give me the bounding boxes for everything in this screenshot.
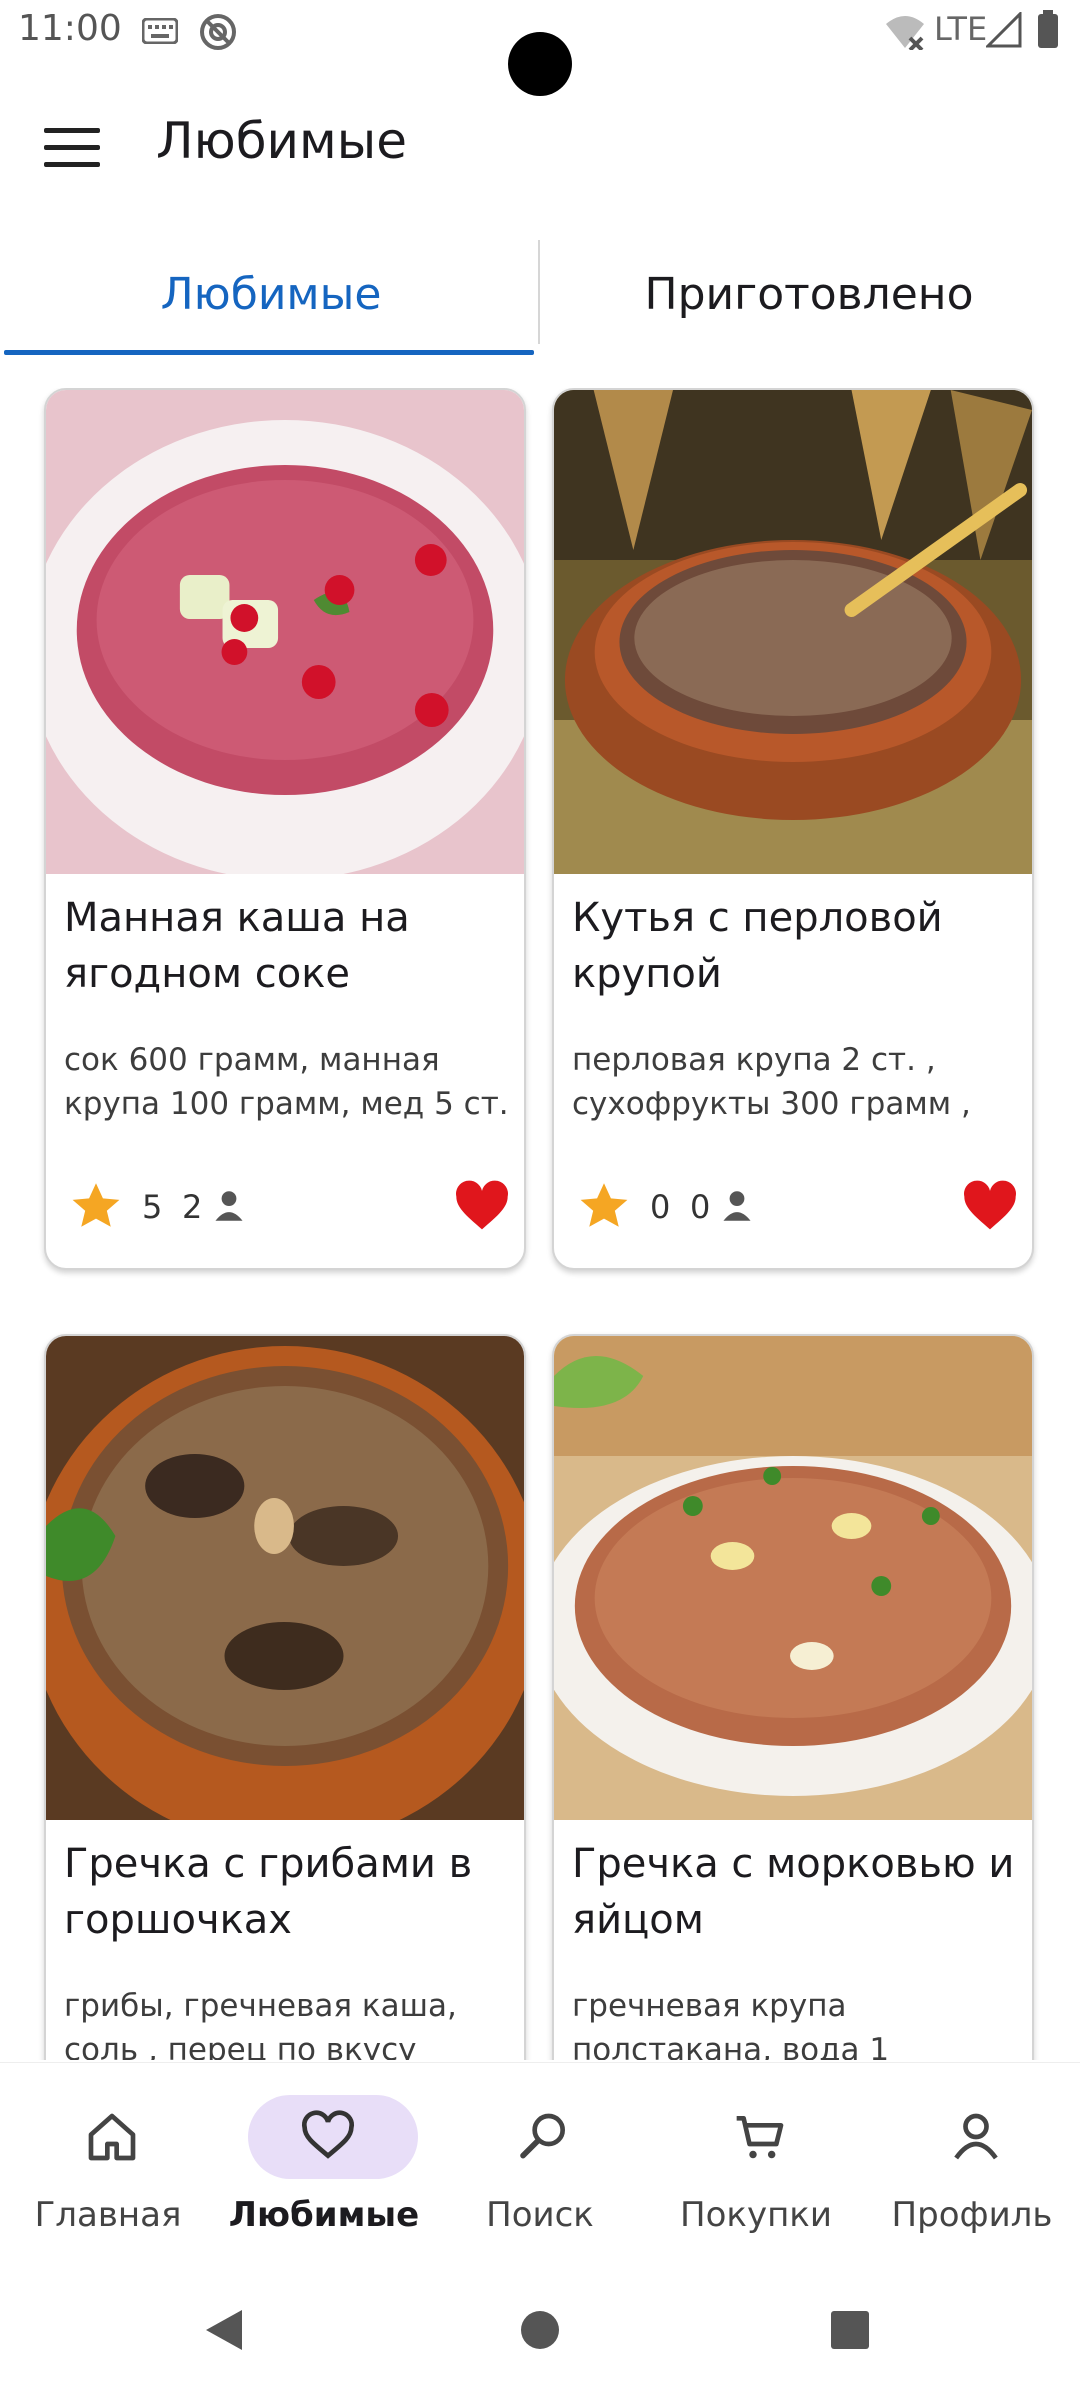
system-navigation-bar <box>0 2262 1080 2400</box>
back-icon[interactable] <box>204 2308 244 2352</box>
recipe-footer: 5 2 <box>64 1180 512 1240</box>
nav-label: Профиль <box>891 2195 1053 2235</box>
home-icon <box>88 2113 136 2161</box>
person-icon <box>723 1191 751 1221</box>
cart-icon <box>736 2116 784 2159</box>
recipe-ingredients: сок 600 грамм, манная крупа 100 грамм, м… <box>64 1042 509 1122</box>
favorite-heart-icon[interactable] <box>454 1180 510 1232</box>
recipe-title: Гречка с грибами в горшочках <box>64 1841 473 1943</box>
nav-label: Главная <box>34 2195 182 2235</box>
recipe-grid: Манная каша на ягодном соке сок 600 грам… <box>0 388 1080 2060</box>
nav-label: Покупки <box>680 2195 832 2235</box>
nav-item-shopping[interactable]: Покупки <box>648 2063 864 2263</box>
search-icon <box>520 2113 565 2159</box>
favorite-heart-icon[interactable] <box>962 1180 1018 1232</box>
recipe-ingredients: гречневая крупа полстакана, вода 1 стака… <box>572 1988 890 2060</box>
keyboard-icon <box>142 18 178 44</box>
network-type: LTE <box>934 10 988 48</box>
heart-icon <box>301 2110 355 2159</box>
signal-icon <box>986 12 1022 48</box>
recents-icon[interactable] <box>830 2310 870 2350</box>
recipe-image <box>46 390 524 874</box>
tab-cooked[interactable]: Приготовлено <box>542 232 1076 356</box>
nav-item-search[interactable]: Поиск <box>432 2063 648 2263</box>
status-bar: 11:00 LTE <box>0 0 1080 96</box>
recipe-title: Манная каша на ягодном соке <box>64 895 410 997</box>
star-icon <box>72 1183 120 1227</box>
recipe-card[interactable]: Гречка с морковью и яйцом гречневая круп… <box>552 1334 1034 2060</box>
battery-icon <box>1038 10 1058 48</box>
recipe-card[interactable]: Манная каша на ягодном соке сок 600 грам… <box>44 388 526 1270</box>
tab-favorites[interactable]: Любимые <box>4 232 538 356</box>
tab-bar: Любимые Приготовлено <box>0 232 1080 356</box>
page-title: Любимые <box>156 112 407 170</box>
recipe-footer: 0 0 <box>572 1180 1020 1240</box>
person-icon <box>215 1191 243 1221</box>
recipe-card[interactable]: Кутья с перловой крупой перловая крупа 2… <box>552 388 1034 1270</box>
recipe-image <box>46 1336 524 1820</box>
do-not-disturb-icon <box>200 14 236 50</box>
recipe-title: Кутья с перловой крупой <box>572 895 943 997</box>
rating-value: 5 <box>142 1188 163 1226</box>
nav-item-profile[interactable]: Профиль <box>864 2063 1080 2263</box>
camera-cutout <box>508 32 572 96</box>
nav-item-home[interactable]: Главная <box>0 2063 216 2263</box>
nav-item-favorites[interactable]: Любимые <box>216 2063 432 2263</box>
top-app-bar: Любимые <box>0 90 1080 200</box>
recipe-image <box>554 390 1032 874</box>
tab-indicator <box>4 350 534 355</box>
recipe-ingredients: перловая крупа 2 ст. , сухофрукты 300 гр… <box>572 1042 971 1122</box>
cooked-count: 2 <box>182 1188 203 1226</box>
status-time: 11:00 <box>18 8 122 49</box>
nav-label: Любимые <box>228 2195 420 2235</box>
home-button-icon[interactable] <box>520 2310 560 2350</box>
recipe-title: Гречка с морковью и яйцом <box>572 1841 1015 1943</box>
recipe-card[interactable]: Гречка с грибами в горшочках грибы, греч… <box>44 1334 526 2060</box>
profile-icon <box>954 2113 998 2160</box>
cooked-count: 0 <box>690 1188 711 1226</box>
bottom-navigation: Главная Любимые Поиск Покупки Профиль <box>0 2062 1080 2262</box>
hamburger-menu-icon[interactable] <box>44 128 100 168</box>
tab-divider <box>538 240 540 344</box>
nav-label: Поиск <box>486 2195 594 2235</box>
recipe-ingredients: грибы, гречневая каша, соль , перец по в… <box>64 1988 457 2060</box>
recipe-image <box>554 1336 1032 1820</box>
star-icon <box>580 1183 628 1227</box>
wifi-off-icon <box>886 16 924 50</box>
rating-value: 0 <box>650 1188 671 1226</box>
